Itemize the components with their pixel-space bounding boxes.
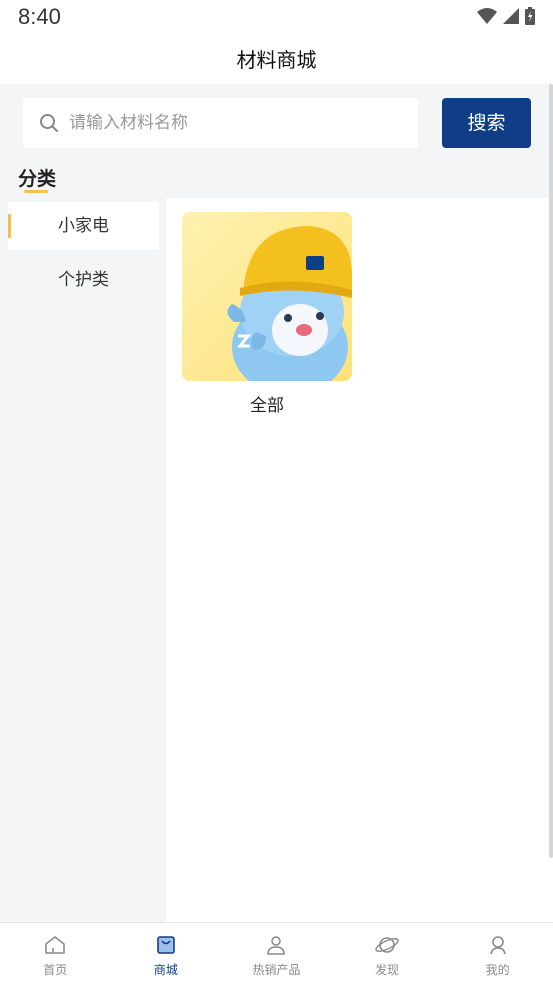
person-icon [267,936,286,955]
mascot-image [182,212,352,381]
product-card[interactable]: 全部 [182,212,352,416]
status-icons [477,7,535,25]
tab-label: 热销产品 [252,963,301,977]
tab-label: 我的 [485,963,510,977]
tab-home[interactable]: 首页 [0,923,111,984]
product-label: 全部 [250,396,284,416]
tab-shop[interactable]: 商城 [111,923,222,984]
nav-bar: 材料商城 [0,34,553,84]
search-button[interactable]: 搜索 [442,98,531,148]
search-input[interactable] [69,98,399,148]
status-time: 8:40 [18,4,61,29]
bottom-tab-bar: 首页 商城 热销产品 发现 我的 [0,922,553,984]
tab-discover[interactable]: 发现 [332,923,443,984]
shop-bag-icon [157,936,175,954]
page-title: 材料商城 [236,48,317,72]
wifi-icon [477,8,497,24]
search-icon [40,114,58,132]
category-underline [24,190,48,193]
scrollbar[interactable] [549,84,553,858]
planet-icon [375,937,399,953]
tab-label: 商城 [153,963,178,977]
user-icon [489,936,506,955]
sidebar-item-small-appliances[interactable]: 小家电 [8,202,159,250]
home-icon [45,936,66,954]
product-grid: 全部 [166,198,553,922]
status-bar: 8:40 [0,0,553,34]
sidebar-item-personal-care[interactable]: 个护类 [8,256,159,304]
product-image [182,212,352,381]
category-title: 分类 [18,168,57,190]
tab-label: 首页 [43,963,68,977]
tab-hot-products[interactable]: 热销产品 [221,923,332,984]
category-header: 分类 [0,162,553,198]
battery-icon [525,7,535,25]
tab-label: 发现 [375,963,400,977]
search-box[interactable] [23,98,418,148]
category-sidebar: 小家电 个护类 [0,198,166,922]
search-area: 搜索 [0,84,553,162]
tab-mine[interactable]: 我的 [442,923,553,984]
signal-icon [503,8,519,24]
